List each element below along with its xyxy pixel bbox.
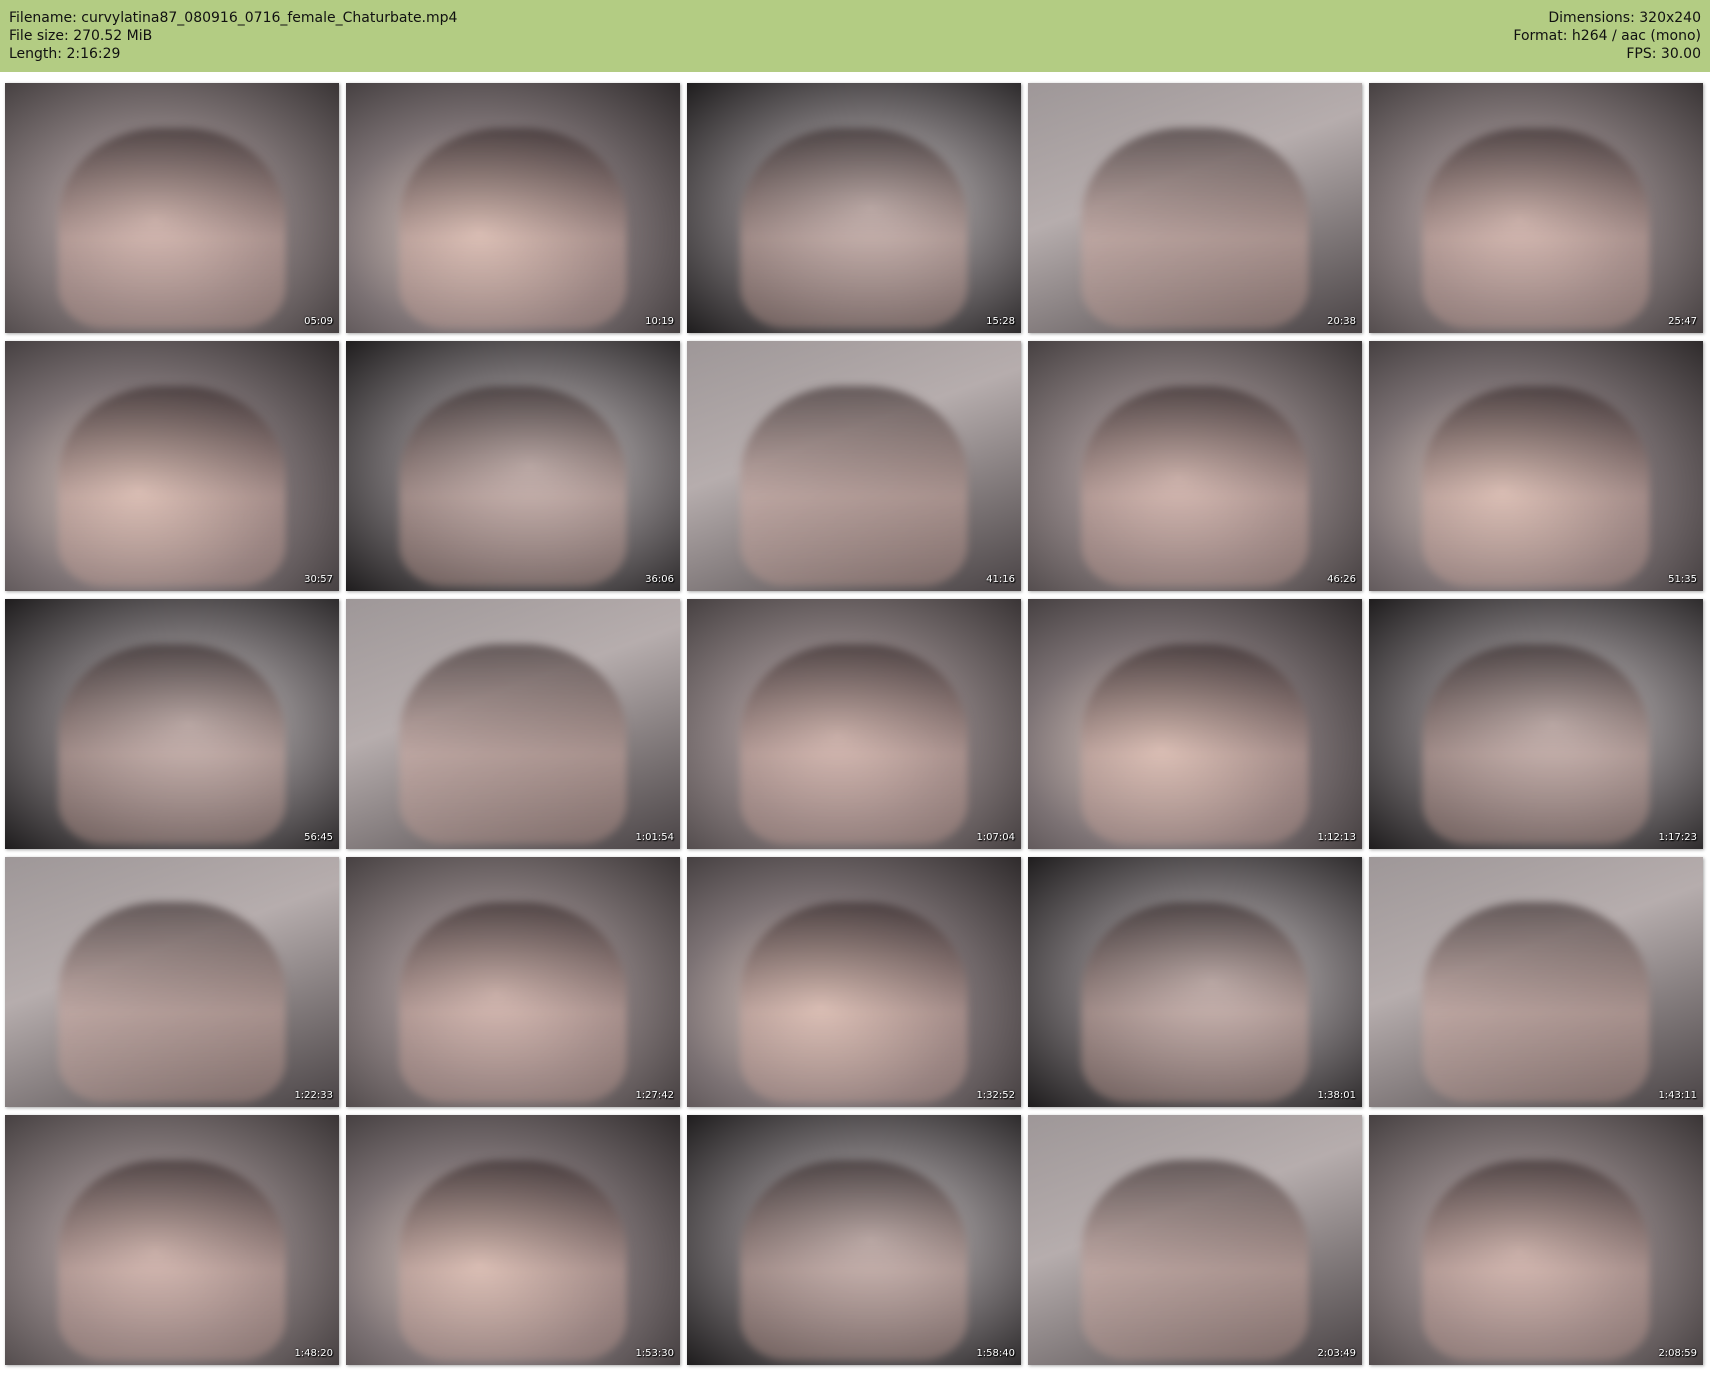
- thumbnail-image: [1422, 1160, 1650, 1360]
- thumbnail-image: [1081, 644, 1309, 844]
- length-text: Length: 2:16:29: [9, 46, 121, 62]
- timestamp-label: 41:16: [986, 574, 1015, 585]
- thumbnail-image: [1081, 902, 1309, 1102]
- video-thumbnail[interactable]: 05:09: [5, 83, 339, 333]
- thumbnail-image: [740, 1160, 968, 1360]
- timestamp-label: 1:07:04: [976, 832, 1015, 843]
- timestamp-label: 1:27:42: [635, 1090, 674, 1101]
- timestamp-label: 1:48:20: [294, 1348, 333, 1359]
- thumbnail-image: [58, 644, 286, 844]
- thumbnail-image: [399, 644, 627, 844]
- thumbnail-image: [58, 902, 286, 1102]
- video-thumbnail[interactable]: 1:58:40: [687, 1115, 1021, 1365]
- thumbnail-image: [1081, 386, 1309, 586]
- fps-text: FPS: 30.00: [1626, 46, 1701, 62]
- video-thumbnail[interactable]: 1:43:11: [1369, 857, 1703, 1107]
- timestamp-label: 2:08:59: [1658, 1348, 1697, 1359]
- video-thumbnail[interactable]: 15:28: [687, 83, 1021, 333]
- thumbnail-image: [740, 644, 968, 844]
- video-thumbnail[interactable]: 51:35: [1369, 341, 1703, 591]
- video-thumbnail[interactable]: 1:22:33: [5, 857, 339, 1107]
- thumbnail-image: [740, 386, 968, 586]
- filesize-text: File size: 270.52 MiB: [9, 28, 153, 44]
- timestamp-label: 51:35: [1668, 574, 1697, 585]
- timestamp-label: 1:17:23: [1658, 832, 1697, 843]
- video-thumbnail[interactable]: 1:27:42: [346, 857, 680, 1107]
- thumbnail-image: [399, 1160, 627, 1360]
- thumbnail-image: [399, 386, 627, 586]
- timestamp-label: 36:06: [645, 574, 674, 585]
- video-thumbnail[interactable]: 2:08:59: [1369, 1115, 1703, 1365]
- video-thumbnail[interactable]: 56:45: [5, 599, 339, 849]
- info-header: Filename: curvylatina87_080916_0716_fema…: [0, 0, 1710, 72]
- thumbnail-image: [740, 902, 968, 1102]
- timestamp-label: 10:19: [645, 316, 674, 327]
- video-thumbnail[interactable]: 1:01:54: [346, 599, 680, 849]
- thumbnail-image: [1081, 128, 1309, 328]
- timestamp-label: 1:53:30: [635, 1348, 674, 1359]
- timestamp-label: 15:28: [986, 316, 1015, 327]
- thumbnail-image: [1422, 386, 1650, 586]
- video-thumbnail[interactable]: 41:16: [687, 341, 1021, 591]
- timestamp-label: 25:47: [1668, 316, 1697, 327]
- timestamp-label: 1:58:40: [976, 1348, 1015, 1359]
- thumbnail-image: [58, 1160, 286, 1360]
- timestamp-label: 1:12:13: [1317, 832, 1356, 843]
- dimensions-text: Dimensions: 320x240: [1548, 10, 1701, 26]
- thumbnail-image: [1081, 1160, 1309, 1360]
- video-thumbnail[interactable]: 46:26: [1028, 341, 1362, 591]
- file-info-left: Filename: curvylatina87_080916_0716_fema…: [9, 9, 457, 63]
- video-thumbnail[interactable]: 30:57: [5, 341, 339, 591]
- thumbnail-grid: 05:09 10:19 15:28 20:38 25:47 30:57 36:06 41:16…: [5, 83, 1703, 1365]
- video-thumbnail[interactable]: 1:12:13: [1028, 599, 1362, 849]
- filename-text: Filename: curvylatina87_080916_0716_fema…: [9, 10, 458, 26]
- video-thumbnail[interactable]: 25:47: [1369, 83, 1703, 333]
- timestamp-label: 2:03:49: [1317, 1348, 1356, 1359]
- thumbnail-image: [58, 386, 286, 586]
- timestamp-label: 46:26: [1327, 574, 1356, 585]
- video-thumbnail[interactable]: 1:32:52: [687, 857, 1021, 1107]
- format-text: Format: h264 / aac (mono): [1513, 28, 1701, 44]
- thumbnail-image: [58, 128, 286, 328]
- video-thumbnail[interactable]: 1:53:30: [346, 1115, 680, 1365]
- video-thumbnail[interactable]: 1:38:01: [1028, 857, 1362, 1107]
- video-thumbnail[interactable]: 1:48:20: [5, 1115, 339, 1365]
- thumbnail-image: [399, 902, 627, 1102]
- timestamp-label: 1:38:01: [1317, 1090, 1356, 1101]
- thumbnail-image: [1422, 902, 1650, 1102]
- timestamp-label: 1:32:52: [976, 1090, 1015, 1101]
- timestamp-label: 20:38: [1327, 316, 1356, 327]
- timestamp-label: 1:01:54: [635, 832, 674, 843]
- video-thumbnail[interactable]: 2:03:49: [1028, 1115, 1362, 1365]
- timestamp-label: 05:09: [304, 316, 333, 327]
- video-thumbnail[interactable]: 36:06: [346, 341, 680, 591]
- video-thumbnail[interactable]: 10:19: [346, 83, 680, 333]
- timestamp-label: 56:45: [304, 832, 333, 843]
- video-thumbnail[interactable]: 1:17:23: [1369, 599, 1703, 849]
- file-info-right: Dimensions: 320x240 Format: h264 / aac (…: [1513, 9, 1701, 63]
- thumbnail-image: [740, 128, 968, 328]
- timestamp-label: 1:22:33: [294, 1090, 333, 1101]
- video-thumbnail[interactable]: 1:07:04: [687, 599, 1021, 849]
- thumbnail-image: [1422, 128, 1650, 328]
- timestamp-label: 30:57: [304, 574, 333, 585]
- thumbnail-image: [399, 128, 627, 328]
- timestamp-label: 1:43:11: [1658, 1090, 1697, 1101]
- thumbnail-image: [1422, 644, 1650, 844]
- video-thumbnail[interactable]: 20:38: [1028, 83, 1362, 333]
